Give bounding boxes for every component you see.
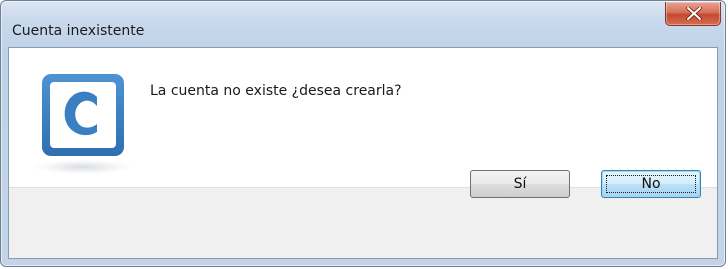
title-bar[interactable]: Cuenta inexistente xyxy=(1,1,725,39)
close-icon xyxy=(686,7,702,20)
no-button[interactable]: No xyxy=(601,170,701,198)
message-text: La cuenta no existe ¿desea crearla? xyxy=(150,83,402,99)
message-area: La cuenta no existe ¿desea crearla? xyxy=(9,48,717,187)
app-logo-c-icon xyxy=(42,74,124,156)
window-title: Cuenta inexistente xyxy=(12,23,145,39)
no-button-label: No xyxy=(641,176,661,192)
dialog-window: Cuenta inexistente La cuenta no existe ¿… xyxy=(0,0,726,267)
close-button[interactable] xyxy=(665,2,721,26)
icon-reflection xyxy=(35,160,131,174)
yes-button[interactable]: Sí xyxy=(470,170,570,198)
dialog-client-area: La cuenta no existe ¿desea crearla? xyxy=(8,47,718,259)
